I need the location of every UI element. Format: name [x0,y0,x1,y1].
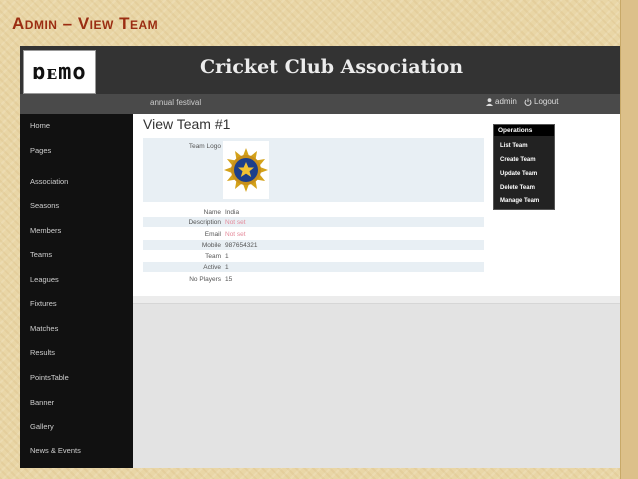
sidebar-item-teams[interactable]: Teams [30,250,52,259]
team-logo-image [223,141,269,199]
detail-label: Active [203,264,221,271]
operations-menu: Operations List Team Create Team Update … [493,124,555,210]
slide-border-stripe [620,0,638,479]
operations-title: Operations [494,125,554,136]
app-title: Cricket Club Association [200,56,464,78]
list-team-link[interactable]: List Team [500,143,528,149]
detail-label: No Players [189,276,221,283]
logout-link[interactable]: Logout [524,97,558,106]
detail-label: Team Logo [188,143,221,150]
create-team-link[interactable]: Create Team [500,157,536,163]
detail-row-team: Team 1 [143,251,484,261]
sub-header-bar: annual festival admin Logout [20,94,620,114]
sidebar-item-pages[interactable]: Pages [30,146,51,155]
sidebar-item-pointstable[interactable]: PointsTable [30,373,69,382]
team-detail-table: Team Logo Name India Description Not set… [143,138,484,299]
app-window: ɒᴇmo Cricket Club Association annual fes… [20,46,620,468]
logout-label: Logout [534,97,559,106]
detail-value: India [225,209,240,216]
sidebar-item-news-events[interactable]: News & Events [30,446,81,455]
slide-title: Admin – View Team [12,14,159,33]
detail-label: Description [188,219,221,226]
site-tagline: annual festival [150,98,202,107]
app-header: ɒᴇmo Cricket Club Association [20,46,620,94]
manage-team-link[interactable]: Manage Team [500,198,539,204]
detail-row-active: Active 1 [143,262,484,272]
sidebar-nav: Home Pages Association Seasons Members T… [20,114,133,468]
main-content: View Team #1 Team Logo Name India Descri… [133,114,620,296]
detail-label: Team [205,253,221,260]
detail-value: Not set [225,231,246,238]
sidebar-item-home[interactable]: Home [30,121,50,130]
detail-label: Name [203,209,221,216]
sidebar-item-matches[interactable]: Matches [30,324,58,333]
detail-row-no-players: No Players 15 [143,274,484,284]
detail-value: 1 [225,264,229,271]
detail-value: 1 [225,253,229,260]
power-icon [524,98,532,106]
sidebar-item-results[interactable]: Results [30,348,55,357]
detail-row-email: Email Not set [143,229,484,239]
detail-row-name: Name India [143,207,484,217]
detail-label: Mobile [201,242,221,249]
sidebar-item-seasons[interactable]: Seasons [30,201,59,210]
detail-row-description: Description Not set [143,217,484,227]
user-icon [486,97,493,106]
sidebar-item-leagues[interactable]: Leagues [30,275,59,284]
demo-logo[interactable]: ɒᴇmo [23,50,96,94]
sidebar-item-association[interactable]: Association [30,177,68,186]
detail-value: 15 [225,276,233,283]
user-link[interactable]: admin [486,97,517,106]
update-team-link[interactable]: Update Team [500,171,537,177]
footer-divider [133,296,620,304]
content-footer-area [133,296,620,468]
user-name: admin [495,97,517,106]
bcci-crest-icon [224,148,268,192]
detail-row-mobile: Mobile 987654321 [143,240,484,250]
sidebar-item-banner[interactable]: Banner [30,398,54,407]
detail-value: 987654321 [225,242,258,249]
delete-team-link[interactable]: Delete Team [500,185,535,191]
detail-value: Not set [225,219,246,226]
sidebar-item-gallery[interactable]: Gallery [30,422,54,431]
detail-label: Email [204,231,221,238]
detail-row-team-logo: Team Logo [143,138,484,202]
sidebar-item-members[interactable]: Members [30,226,61,235]
sidebar-item-fixtures[interactable]: Fixtures [30,299,57,308]
page-title: View Team #1 [143,116,231,132]
